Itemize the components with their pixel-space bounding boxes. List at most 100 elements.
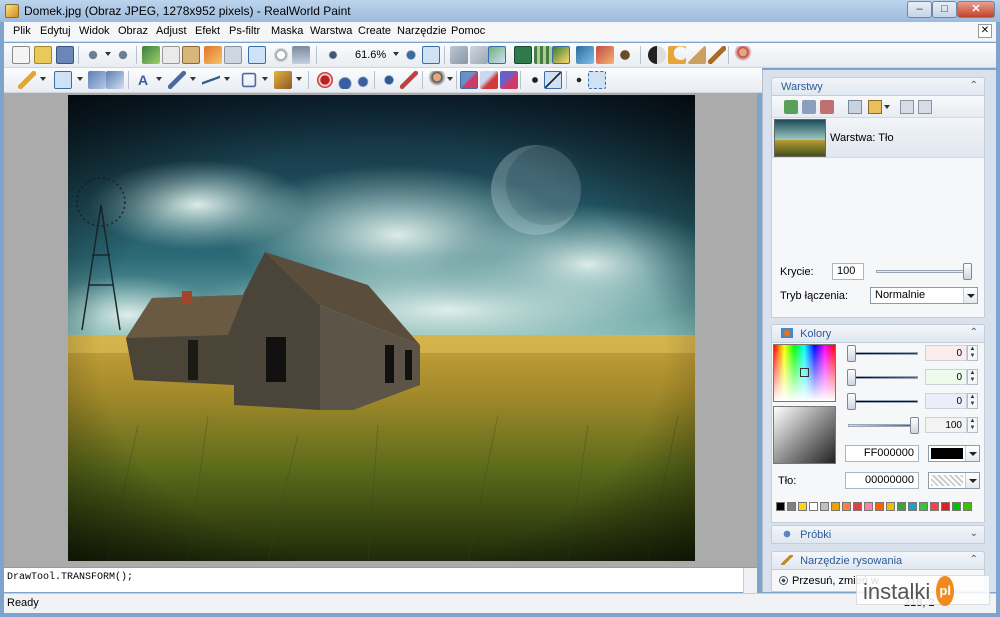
red-spin[interactable]: ▲ ▼ xyxy=(967,345,978,361)
blend-mode-b-icon[interactable] xyxy=(480,71,498,89)
cut-icon[interactable] xyxy=(142,46,160,64)
green-slider-track[interactable] xyxy=(848,376,918,379)
selection-transform-icon[interactable] xyxy=(106,71,124,89)
palette-swatch[interactable] xyxy=(831,502,840,511)
brush-icon[interactable] xyxy=(168,71,186,89)
link-icon[interactable] xyxy=(248,46,266,64)
transform-icon[interactable] xyxy=(292,46,310,64)
zoom-dropdown-icon[interactable] xyxy=(393,52,399,56)
alpha-gradient-picker[interactable] xyxy=(773,406,836,464)
delete-layer-icon[interactable] xyxy=(820,100,834,114)
palette-swatch[interactable] xyxy=(820,502,829,511)
blend-mode-a-icon[interactable] xyxy=(460,71,478,89)
blue-slider-thumb[interactable] xyxy=(847,393,856,410)
menu-widok[interactable]: Widok xyxy=(79,25,110,37)
background-hex[interactable]: 00000000 xyxy=(845,472,919,489)
foreground-hex[interactable]: FF000000 xyxy=(845,445,919,462)
user-icon[interactable] xyxy=(734,46,752,64)
redo-icon[interactable] xyxy=(114,46,132,64)
palette-swatch[interactable] xyxy=(787,502,796,511)
line-tool-icon[interactable] xyxy=(202,71,220,89)
red-slider-track[interactable] xyxy=(848,352,918,355)
layer-effects-dropdown-icon[interactable] xyxy=(884,105,890,109)
open-folder-icon[interactable] xyxy=(34,46,52,64)
stroke-icon[interactable] xyxy=(544,71,562,89)
moon-icon[interactable] xyxy=(668,46,686,64)
rotate-icon[interactable] xyxy=(324,46,342,64)
collapse-icon[interactable]: ⌃ xyxy=(970,554,978,565)
menu-adjust[interactable]: Adjust xyxy=(156,25,187,37)
green-slider-thumb[interactable] xyxy=(847,369,856,386)
palette-swatch[interactable] xyxy=(963,502,972,511)
canvas-image[interactable] xyxy=(68,95,695,561)
red-value[interactable]: 0 xyxy=(925,345,967,361)
script-console[interactable]: DrawTool.TRANSFORM(); xyxy=(4,567,757,593)
blend-mode-select[interactable]: Normalnie xyxy=(870,287,978,304)
image-preview-icon[interactable] xyxy=(552,46,570,64)
paste-new-icon[interactable] xyxy=(204,46,222,64)
palette-swatch[interactable] xyxy=(952,502,961,511)
image-export-icon[interactable] xyxy=(576,46,594,64)
palette-swatch[interactable] xyxy=(897,502,906,511)
menu-plik[interactable]: Plik xyxy=(13,25,31,37)
palette-swatch[interactable] xyxy=(941,502,950,511)
rect-select-icon[interactable] xyxy=(54,71,72,89)
pencil-icon[interactable] xyxy=(708,46,726,64)
line-dropdown-icon[interactable] xyxy=(224,77,230,81)
crop-icon[interactable] xyxy=(224,46,242,64)
menu-warstwa[interactable]: Warstwa xyxy=(310,25,352,37)
eraser-icon[interactable] xyxy=(688,46,706,64)
alpha-slider-thumb[interactable] xyxy=(910,417,919,434)
fit-window-icon[interactable] xyxy=(422,46,440,64)
red-eye-icon[interactable] xyxy=(316,71,334,89)
red-slider-thumb[interactable] xyxy=(847,345,856,362)
drawtool-header[interactable]: Narzędzie rysowania ⌃ xyxy=(771,551,985,570)
palette-swatch[interactable] xyxy=(776,502,785,511)
move-points-icon[interactable] xyxy=(570,71,588,89)
hand-icon[interactable] xyxy=(272,46,290,64)
palette-swatch[interactable] xyxy=(875,502,884,511)
background-color-select[interactable] xyxy=(928,472,980,489)
opacity-input[interactable]: 100 xyxy=(832,263,864,280)
green-value[interactable]: 0 xyxy=(925,369,967,385)
palette-swatch[interactable] xyxy=(886,502,895,511)
foreground-color-select[interactable] xyxy=(928,445,980,462)
alpha-value[interactable]: 100 xyxy=(925,417,967,433)
paste-icon[interactable] xyxy=(182,46,200,64)
maximize-button[interactable]: □ xyxy=(932,1,957,18)
new-file-icon[interactable] xyxy=(12,46,30,64)
user-tool-dropdown-icon[interactable] xyxy=(447,77,453,81)
zoom-in-icon[interactable] xyxy=(402,46,420,64)
free-transform-icon[interactable] xyxy=(588,71,606,89)
wand-dropdown-icon[interactable] xyxy=(40,77,46,81)
pixel-grid-icon[interactable] xyxy=(534,46,552,64)
collapse-icon[interactable]: ⌃ xyxy=(970,80,978,91)
alpha-slider-track[interactable] xyxy=(848,424,918,427)
palette-swatch[interactable] xyxy=(919,502,928,511)
stamp-icon[interactable] xyxy=(336,71,354,89)
menu-create[interactable]: Create xyxy=(358,25,391,37)
text-tool-icon[interactable]: A xyxy=(134,71,152,89)
add-layer-icon[interactable] xyxy=(784,100,798,114)
option-radio[interactable] xyxy=(779,576,788,585)
antialias-icon[interactable] xyxy=(526,71,544,89)
undo-icon[interactable] xyxy=(84,46,102,64)
palette-swatch[interactable] xyxy=(864,502,873,511)
palette-swatch[interactable] xyxy=(798,502,807,511)
hue-saturation-picker[interactable] xyxy=(773,344,836,402)
undo-dropdown-icon[interactable] xyxy=(105,52,111,56)
contrast-icon[interactable] xyxy=(648,46,666,64)
copy-icon[interactable] xyxy=(162,46,180,64)
layer-row[interactable]: Warstwa: Tło xyxy=(772,118,984,158)
menu-maska[interactable]: Maska xyxy=(271,25,303,37)
app-icon[interactable] xyxy=(5,4,19,18)
menu-efekt[interactable]: Efekt xyxy=(195,25,220,37)
select-dropdown-icon[interactable] xyxy=(77,77,83,81)
expand-icon[interactable]: ⌄ xyxy=(970,528,978,539)
close-button[interactable]: ✕ xyxy=(957,1,995,18)
palette-swatch[interactable] xyxy=(908,502,917,511)
text-dropdown-icon[interactable] xyxy=(156,77,162,81)
minimize-button[interactable]: – xyxy=(907,1,932,18)
layers-header[interactable]: Warstwy ⌃ xyxy=(771,77,985,96)
wand-icon[interactable] xyxy=(18,71,36,89)
